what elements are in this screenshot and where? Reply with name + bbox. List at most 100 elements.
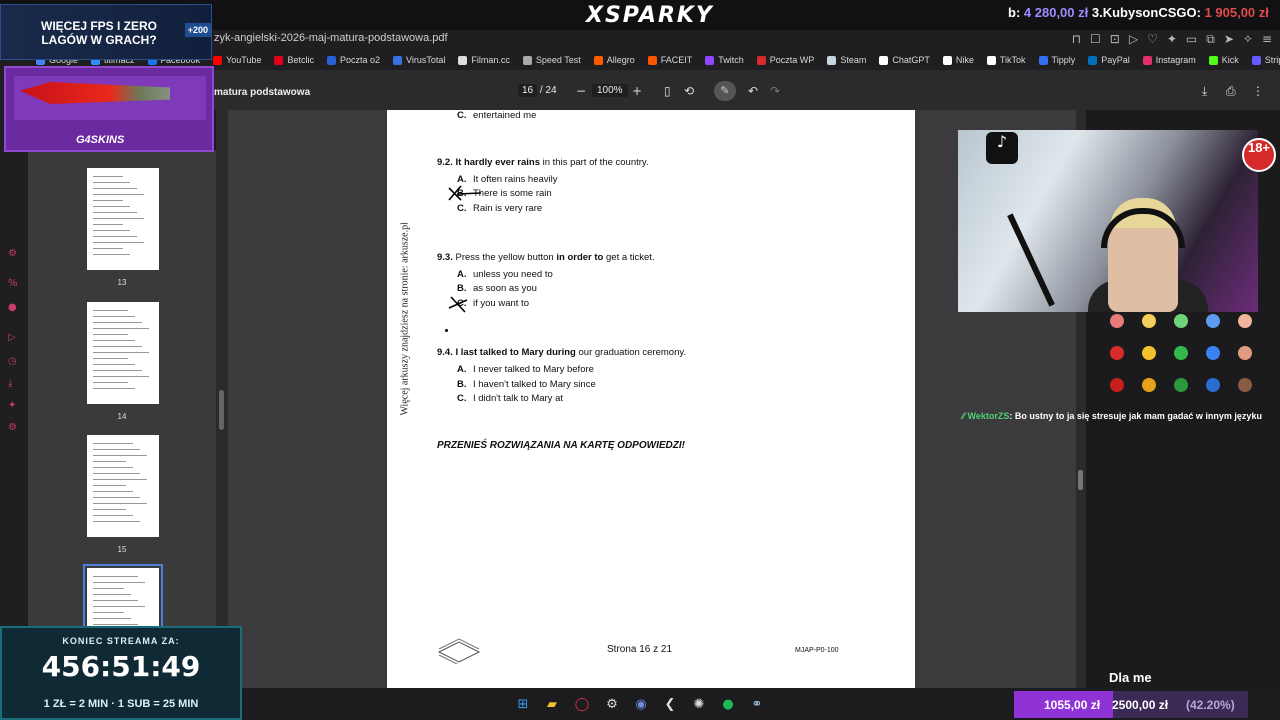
rail-extension-icon[interactable]: ✦ (8, 400, 20, 412)
menu-icon[interactable]: ≡ (1262, 32, 1272, 47)
page-thumbnail[interactable] (87, 435, 159, 537)
bookmark-item[interactable]: YouTube (213, 55, 261, 65)
rail-settings-icon[interactable]: ⚙ (8, 422, 20, 434)
scroll-thumb[interactable] (219, 390, 224, 430)
bookmark-item[interactable]: Betclic (274, 55, 314, 65)
bookmark-item[interactable]: PayPal (1088, 55, 1130, 65)
send-icon[interactable]: ➤ (1224, 32, 1234, 47)
zoom-out-icon[interactable]: − (576, 84, 586, 98)
opera-icon[interactable]: ◯ (574, 697, 590, 713)
bookmark-item[interactable]: Twitch (705, 55, 744, 65)
bookmark-item[interactable]: Instagram (1142, 55, 1196, 65)
bookmark-favicon-icon (274, 55, 284, 65)
zoom-level[interactable]: 100% (592, 84, 628, 97)
rail-app-icon[interactable]: ● (8, 302, 20, 314)
bookmark-item[interactable]: VirusTotal (393, 55, 445, 65)
color-swatch[interactable] (1238, 346, 1252, 360)
bookmark-item[interactable]: Allegro (593, 55, 635, 65)
page-input[interactable]: 16 (518, 84, 538, 97)
color-swatch[interactable] (1238, 314, 1252, 328)
rail-play-icon[interactable]: ▷ (8, 332, 20, 344)
settings-icon[interactable]: ⚙ (604, 697, 620, 713)
screenshot-icon[interactable]: ⊡ (1110, 32, 1120, 47)
bookmark-favicon-icon (1038, 55, 1048, 65)
exam-logo-icon (437, 638, 481, 664)
color-swatch[interactable] (1174, 378, 1188, 392)
rail-ai-icon[interactable]: ⚙ (8, 248, 20, 260)
color-swatch[interactable] (1206, 314, 1220, 328)
bookmark-item[interactable]: Poczta WP (756, 55, 814, 65)
undo-icon[interactable]: ↶ (748, 84, 758, 98)
extension-icon[interactable]: ✦ (1167, 32, 1177, 47)
page-thumbnail[interactable] (87, 168, 159, 270)
print-icon[interactable]: ⎙ (1226, 84, 1236, 99)
draw-icon[interactable]: ✎ (714, 81, 736, 101)
reader-icon[interactable]: ☐ (1090, 32, 1101, 47)
discord-icon[interactable]: ◉ (633, 697, 649, 713)
scroll-thumb[interactable] (1078, 470, 1083, 490)
chat-message: ⁄⁄ WektorZS: Bo ustny to ja się stresuje… (962, 411, 1280, 421)
bookmark-item[interactable]: Poczta o2 (326, 55, 380, 65)
folder-icon[interactable]: ▰ (544, 697, 560, 713)
color-swatch[interactable] (1142, 346, 1156, 360)
url-text[interactable]: zyk-angielski-2026-maj-matura-podstawowa… (214, 32, 448, 44)
rail-percent-icon[interactable]: % (8, 278, 20, 290)
more-icon[interactable]: ⋮ (1252, 84, 1264, 98)
download-icon[interactable]: ⤓ (1202, 84, 1207, 99)
start-icon[interactable]: ⊞ (515, 697, 531, 713)
color-swatch[interactable] (1110, 378, 1124, 392)
fit-page-icon[interactable]: ▯ (664, 84, 671, 98)
bookmark-item[interactable]: Filman.cc (458, 55, 510, 65)
option-9-3-a: A. unless you need to (457, 269, 553, 280)
color-swatch[interactable] (1174, 314, 1188, 328)
wallet-icon[interactable]: ▭ (1186, 32, 1197, 47)
rail-history-icon[interactable]: ◷ (8, 356, 20, 368)
steelseries-icon[interactable]: ✺ (691, 697, 707, 713)
bookmark-item[interactable]: Speed Test (522, 55, 581, 65)
bookmark-item[interactable]: TikTok (986, 55, 1026, 65)
copy-icon[interactable]: ⧉ (1206, 32, 1215, 47)
stream-screen: XSPARKY b: 4 280,00 zł 3.KubysonCSGO: 1 … (0, 0, 1280, 720)
color-swatch[interactable] (1206, 378, 1220, 392)
zoom-in-icon[interactable]: + (632, 84, 642, 98)
bookmark-favicon-icon (879, 55, 889, 65)
page-indicator[interactable]: 16 / 24 (518, 84, 557, 97)
side-watermark: Więcej arkuszy znajdziesz na stronie: ar… (399, 222, 411, 416)
bookmark-item[interactable]: Steam (827, 55, 866, 65)
question-9-2: 9.2. It hardly ever rains in this part o… (437, 157, 649, 168)
ai-icon[interactable]: ✧ (1243, 32, 1253, 47)
bookmark-item[interactable]: Kick (1208, 55, 1239, 65)
rail-download-icon[interactable]: ⤓ (8, 378, 20, 390)
color-swatch[interactable] (1206, 346, 1220, 360)
color-swatch[interactable] (1142, 378, 1156, 392)
page-thumbnail[interactable] (87, 302, 159, 404)
bookmark-item[interactable]: FACEIT (647, 55, 692, 65)
color-swatch[interactable] (1110, 314, 1124, 328)
color-swatch[interactable] (1142, 314, 1156, 328)
page-thumbnail-selected[interactable] (83, 564, 163, 626)
instruction-note: PRZENIEŚ ROZWIĄZANIA NA KARTĘ ODPOWIEDZI… (437, 440, 685, 451)
steam-icon[interactable]: ⚭ (749, 697, 765, 713)
timer-rate: 1 ZŁ = 2 MIN · 1 SUB = 25 MIN (43, 698, 199, 710)
bookmark-icon[interactable]: ⊓ (1072, 32, 1081, 47)
color-swatch[interactable] (1110, 346, 1124, 360)
redo-icon[interactable]: ↷ (770, 84, 780, 98)
color-swatch[interactable] (1174, 346, 1188, 360)
thumbnail-scrollbar[interactable] (216, 110, 228, 626)
bookmark-item[interactable]: Tipply (1038, 55, 1075, 65)
goal-target: 2500,00 zł (1112, 698, 1169, 712)
rotate-icon[interactable]: ⟲ (684, 84, 694, 98)
thumbnail-label: 15 (117, 545, 127, 554)
bookmark-item[interactable]: Stripe (1251, 55, 1280, 65)
heart-icon[interactable]: ♡ (1147, 32, 1158, 47)
age-badge: 18+ (1242, 138, 1276, 172)
bookmark-item[interactable]: Nike (942, 55, 974, 65)
bookmark-favicon-icon (942, 55, 952, 65)
spotify-icon[interactable]: ● (720, 697, 736, 713)
bookmark-item[interactable]: ChatGPT (879, 55, 930, 65)
app-icon[interactable]: ❮ (662, 697, 678, 713)
cross-mark-9-3 (448, 296, 468, 313)
address-bar[interactable]: zyk-angielski-2026-maj-matura-podstawowa… (212, 30, 1280, 50)
play-icon[interactable]: ▷ (1129, 32, 1138, 47)
color-swatch[interactable] (1238, 378, 1252, 392)
